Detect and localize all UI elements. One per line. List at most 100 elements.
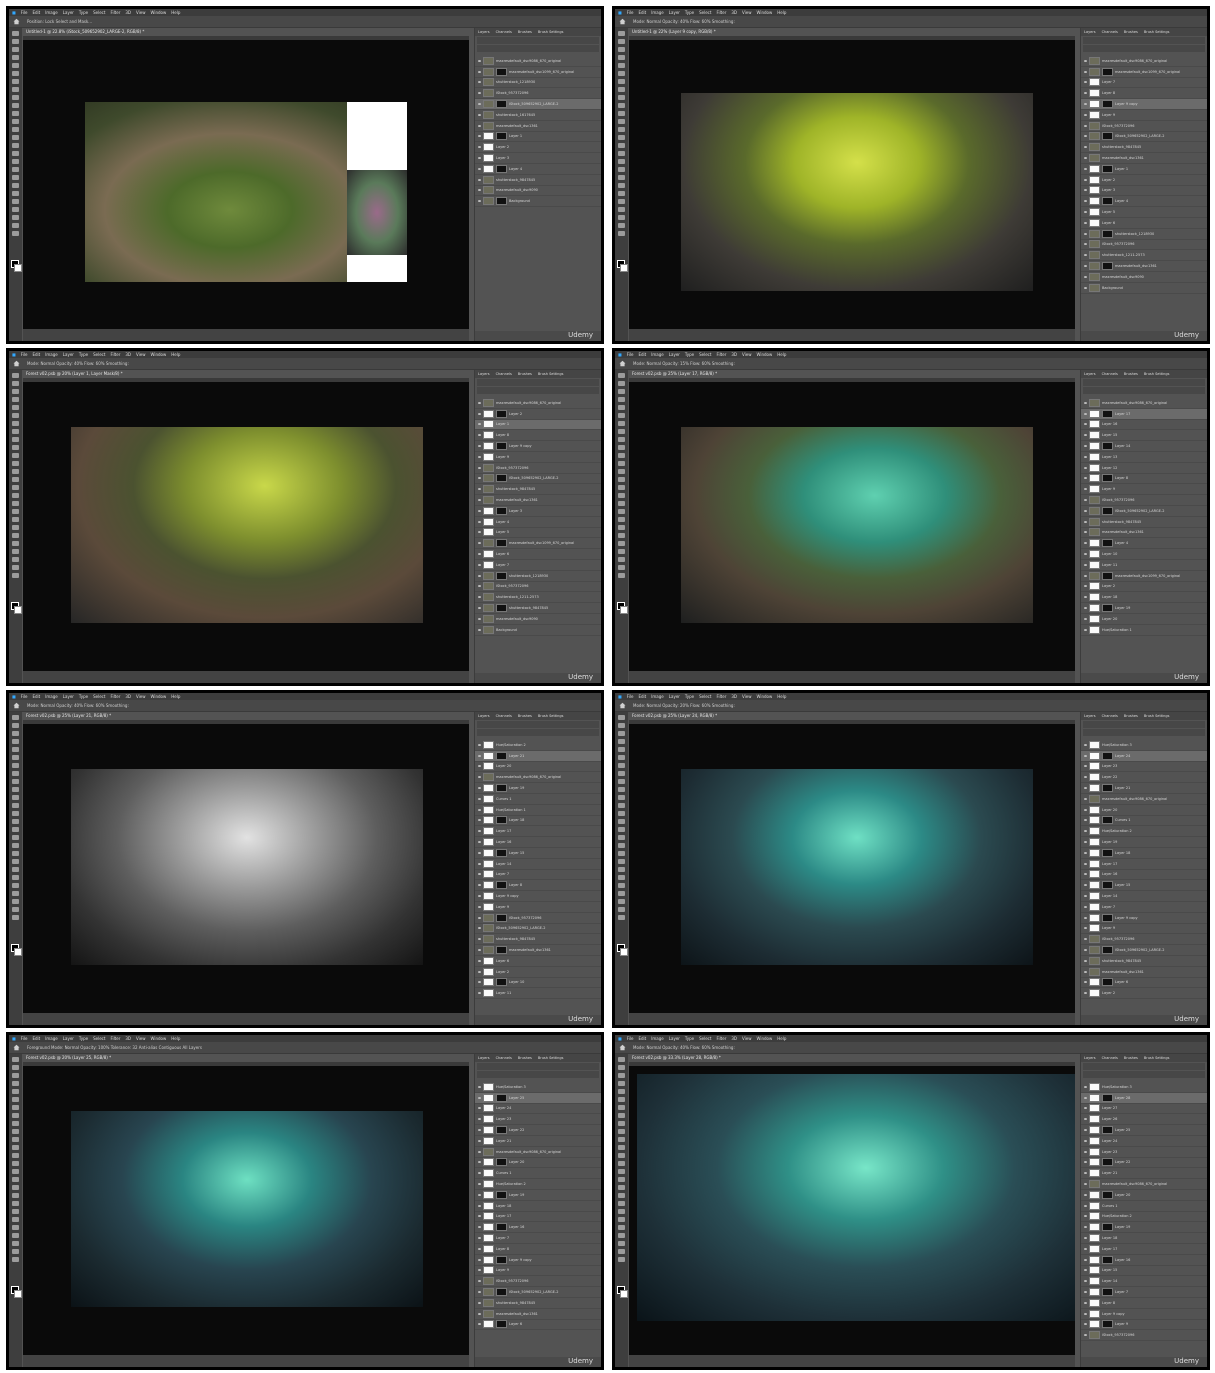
layer-row[interactable]: maxresdefault_dsc9090 xyxy=(1081,272,1207,283)
menu-item-3d[interactable]: 3D xyxy=(731,352,737,357)
tool-icon[interactable] xyxy=(618,135,625,140)
visibility-eye-icon[interactable] xyxy=(1084,211,1087,214)
tool-icon[interactable] xyxy=(618,1097,625,1102)
layer-filter-row[interactable] xyxy=(1083,1063,1205,1070)
layer-row[interactable]: shutterstock_9847845 xyxy=(1081,517,1207,528)
tool-icon[interactable] xyxy=(12,55,19,60)
layer-row[interactable]: iStock_509652902_LARGE-2 xyxy=(1081,506,1207,517)
tool-icon[interactable] xyxy=(12,1241,19,1246)
tool-icon[interactable] xyxy=(618,1129,625,1134)
tool-icon[interactable] xyxy=(12,373,19,378)
layer-mask-thumbnail[interactable] xyxy=(496,751,507,760)
layer-row[interactable]: Layer 7 xyxy=(475,560,601,571)
tool-icon[interactable] xyxy=(618,71,625,76)
menu-item-image[interactable]: Image xyxy=(651,10,664,15)
layer-row[interactable]: Layer 22 xyxy=(1081,772,1207,784)
layer-row[interactable]: Hue/Saturation 2 xyxy=(1081,826,1207,838)
tool-icon[interactable] xyxy=(12,1161,19,1166)
tool-icon[interactable] xyxy=(12,525,19,530)
visibility-eye-icon[interactable] xyxy=(1084,189,1087,192)
tool-icon[interactable] xyxy=(12,461,19,466)
layer-row[interactable]: maxresdefault_dsc1361 xyxy=(1081,153,1207,164)
visibility-eye-icon[interactable] xyxy=(478,509,481,512)
tool-options[interactable]: Mode: Normal Opacity: 20% Flow: 60% Smoo… xyxy=(633,703,735,708)
visibility-eye-icon[interactable] xyxy=(478,146,481,149)
visibility-eye-icon[interactable] xyxy=(1084,563,1087,566)
visibility-eye-icon[interactable] xyxy=(1084,574,1087,577)
layer-mask-thumbnail[interactable] xyxy=(496,1126,507,1135)
blend-mode-row[interactable] xyxy=(477,729,599,736)
tool-icon[interactable] xyxy=(618,795,625,800)
tool-icon[interactable] xyxy=(618,875,625,880)
layer-mask-thumbnail[interactable] xyxy=(496,881,507,890)
menu-item-3d[interactable]: 3D xyxy=(731,10,737,15)
menu-item-3d[interactable]: 3D xyxy=(125,1036,131,1041)
layer-row[interactable]: iStock_957372096 xyxy=(475,463,601,474)
visibility-eye-icon[interactable] xyxy=(1084,970,1087,973)
menu-item-image[interactable]: Image xyxy=(651,694,664,699)
tool-icon[interactable] xyxy=(618,79,625,84)
visibility-eye-icon[interactable] xyxy=(478,488,481,491)
layer-row[interactable]: Background xyxy=(475,196,601,208)
tool-icon[interactable] xyxy=(12,787,19,792)
menu-item-edit[interactable]: Edit xyxy=(32,694,40,699)
visibility-eye-icon[interactable] xyxy=(478,520,481,523)
visibility-eye-icon[interactable] xyxy=(478,1150,481,1153)
tool-icon[interactable] xyxy=(618,231,625,236)
tool-icon[interactable] xyxy=(618,1169,625,1174)
layer-mask-thumbnail[interactable] xyxy=(1102,100,1113,109)
visibility-eye-icon[interactable] xyxy=(1084,1118,1087,1121)
layer-row[interactable]: Layer 19 xyxy=(1081,837,1207,848)
visibility-eye-icon[interactable] xyxy=(1084,851,1087,854)
layer-row[interactable]: iStock_957372096 xyxy=(1081,121,1207,132)
layer-row[interactable]: Layer 8 xyxy=(475,1244,601,1255)
tool-icon[interactable] xyxy=(618,747,625,752)
visibility-eye-icon[interactable] xyxy=(1084,70,1087,73)
visibility-eye-icon[interactable] xyxy=(478,743,481,746)
menu-item-window[interactable]: Window xyxy=(150,1036,166,1041)
visibility-eye-icon[interactable] xyxy=(1084,841,1087,844)
layer-row[interactable]: iStock_509652902_LARGE-2 xyxy=(1081,945,1207,956)
tool-icon[interactable] xyxy=(618,119,625,124)
menu-item-view[interactable]: View xyxy=(742,10,752,15)
layer-mask-thumbnail[interactable] xyxy=(496,442,507,451)
visibility-eye-icon[interactable] xyxy=(1084,1280,1087,1283)
tool-icon[interactable] xyxy=(12,127,19,132)
visibility-eye-icon[interactable] xyxy=(478,563,481,566)
visibility-eye-icon[interactable] xyxy=(1084,808,1087,811)
tool-icon[interactable] xyxy=(618,397,625,402)
tool-icon[interactable] xyxy=(618,1105,625,1110)
tool-icon[interactable] xyxy=(12,755,19,760)
menu-item-window[interactable]: Window xyxy=(756,10,772,15)
layer-row[interactable]: Layer 28 xyxy=(1081,1092,1207,1104)
menu-item-window[interactable]: Window xyxy=(150,10,166,15)
visibility-eye-icon[interactable] xyxy=(478,1161,481,1164)
visibility-eye-icon[interactable] xyxy=(1084,103,1087,106)
visibility-eye-icon[interactable] xyxy=(478,765,481,768)
layer-row[interactable]: Layer 26 xyxy=(1081,1114,1207,1126)
tool-icon[interactable] xyxy=(12,1073,19,1078)
layer-mask-thumbnail[interactable] xyxy=(496,946,507,955)
tool-icon[interactable] xyxy=(618,453,625,458)
visibility-eye-icon[interactable] xyxy=(478,59,481,62)
tool-icon[interactable] xyxy=(618,1057,625,1062)
menu-item-3d[interactable]: 3D xyxy=(731,694,737,699)
visibility-eye-icon[interactable] xyxy=(478,1215,481,1218)
tool-icon[interactable] xyxy=(618,461,625,466)
tool-icon[interactable] xyxy=(12,501,19,506)
menu-item-view[interactable]: View xyxy=(136,10,146,15)
layer-row[interactable]: iStock_957372096 xyxy=(475,913,601,924)
tool-icon[interactable] xyxy=(618,493,625,498)
menu-item-file[interactable]: File xyxy=(21,10,28,15)
visibility-eye-icon[interactable] xyxy=(1084,862,1087,865)
tab-brushes[interactable]: Brushes xyxy=(518,714,532,718)
menu-item-edit[interactable]: Edit xyxy=(638,10,646,15)
menu-item-filter[interactable]: Filter xyxy=(110,1036,120,1041)
visibility-eye-icon[interactable] xyxy=(1084,819,1087,822)
visibility-eye-icon[interactable] xyxy=(1084,423,1087,426)
tool-icon[interactable] xyxy=(12,509,19,514)
visibility-eye-icon[interactable] xyxy=(1084,776,1087,779)
visibility-eye-icon[interactable] xyxy=(478,1258,481,1261)
visibility-eye-icon[interactable] xyxy=(478,596,481,599)
tool-icon[interactable] xyxy=(618,1081,625,1086)
